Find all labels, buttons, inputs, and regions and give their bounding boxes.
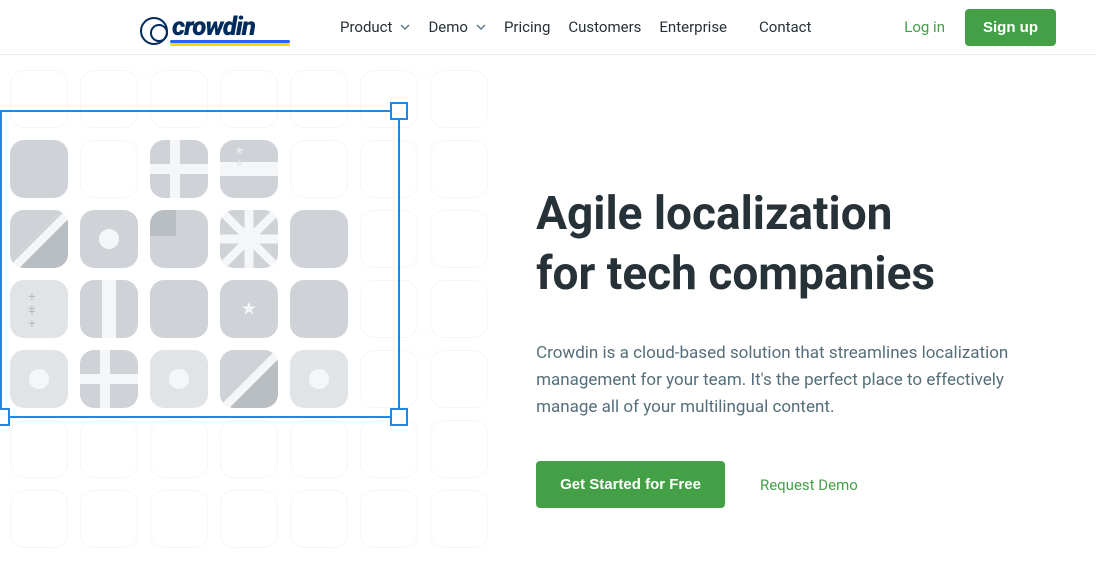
tile-empty bbox=[430, 350, 488, 408]
hero-illustration bbox=[0, 55, 526, 561]
hero-actions: Get Started for Free Request Demo bbox=[536, 461, 1036, 508]
tile-empty bbox=[220, 490, 278, 548]
tile-empty bbox=[10, 420, 68, 478]
login-link[interactable]: Log in bbox=[904, 18, 945, 36]
request-demo-link[interactable]: Request Demo bbox=[760, 476, 858, 494]
tile-empty bbox=[80, 70, 138, 128]
tile-empty bbox=[290, 70, 348, 128]
tile-empty bbox=[430, 280, 488, 338]
tile-empty bbox=[290, 490, 348, 548]
nav-demo[interactable]: Demo bbox=[428, 18, 486, 36]
tile-empty bbox=[360, 280, 418, 338]
logo-underline-icon bbox=[170, 40, 290, 46]
tile-empty bbox=[220, 70, 278, 128]
nav-enterprise[interactable]: Enterprise bbox=[659, 18, 727, 36]
flag-icon bbox=[80, 350, 138, 408]
flag-icon bbox=[150, 140, 208, 198]
hero-title: Agile localization for tech companies bbox=[536, 185, 1036, 305]
chevron-down-icon bbox=[476, 22, 486, 32]
flag-icon bbox=[290, 350, 348, 408]
hero-title-line1: Agile localization bbox=[536, 187, 892, 241]
flag-icon bbox=[290, 210, 348, 268]
get-started-button[interactable]: Get Started for Free bbox=[536, 461, 725, 508]
tile-empty bbox=[80, 140, 138, 198]
hero-section: Agile localization for tech companies Cr… bbox=[0, 55, 1096, 561]
flag-icon bbox=[150, 280, 208, 338]
tile-empty bbox=[430, 70, 488, 128]
tile-empty bbox=[10, 70, 68, 128]
hero-copy: Agile localization for tech companies Cr… bbox=[526, 55, 1096, 561]
flag-icon bbox=[10, 280, 68, 338]
main-nav: Product Demo Pricing Customers Enterpris… bbox=[340, 18, 811, 36]
nav-demo-label: Demo bbox=[428, 18, 468, 36]
nav-product[interactable]: Product bbox=[340, 18, 410, 36]
tile-empty bbox=[430, 210, 488, 268]
logo-text: crowdin bbox=[172, 12, 255, 42]
tile-empty bbox=[290, 420, 348, 478]
tile-empty bbox=[430, 420, 488, 478]
flag-icon bbox=[10, 140, 68, 198]
flag-icon bbox=[220, 140, 278, 198]
tile-empty bbox=[150, 420, 208, 478]
flag-icon bbox=[80, 210, 138, 268]
flag-icon bbox=[150, 210, 208, 268]
hero-title-line2: for tech companies bbox=[536, 247, 935, 301]
nav-customers[interactable]: Customers bbox=[568, 18, 641, 36]
flag-icon bbox=[220, 350, 278, 408]
tile-empty bbox=[150, 70, 208, 128]
tile-empty bbox=[290, 140, 348, 198]
flag-icon bbox=[220, 210, 278, 268]
flag-icon bbox=[290, 280, 348, 338]
flag-icon bbox=[80, 280, 138, 338]
tile-empty bbox=[10, 490, 68, 548]
site-header: crowdin Product Demo Pricing Customers E… bbox=[0, 0, 1096, 55]
tile-empty bbox=[430, 490, 488, 548]
tile-empty bbox=[360, 70, 418, 128]
flag-icon bbox=[220, 280, 278, 338]
flag-icon bbox=[150, 350, 208, 408]
hero-description: Crowdin is a cloud-based solution that s… bbox=[536, 340, 1016, 422]
tile-empty bbox=[150, 490, 208, 548]
logo[interactable]: crowdin bbox=[140, 12, 305, 42]
tile-empty bbox=[360, 210, 418, 268]
tile-empty bbox=[220, 420, 278, 478]
signup-button[interactable]: Sign up bbox=[965, 9, 1056, 46]
nav-contact[interactable]: Contact bbox=[759, 18, 811, 36]
chevron-down-icon bbox=[400, 22, 410, 32]
tile-empty bbox=[80, 490, 138, 548]
flag-grid bbox=[10, 70, 488, 548]
selection-handle-icon bbox=[0, 408, 10, 426]
tile-empty bbox=[360, 490, 418, 548]
logo-mark-icon bbox=[140, 17, 168, 45]
tile-empty bbox=[430, 140, 488, 198]
flag-icon bbox=[10, 350, 68, 408]
tile-empty bbox=[360, 350, 418, 408]
flag-icon bbox=[10, 210, 68, 268]
tile-empty bbox=[360, 420, 418, 478]
nav-product-label: Product bbox=[340, 18, 392, 36]
tile-empty bbox=[80, 420, 138, 478]
nav-pricing[interactable]: Pricing bbox=[504, 18, 550, 36]
tile-empty bbox=[360, 140, 418, 198]
